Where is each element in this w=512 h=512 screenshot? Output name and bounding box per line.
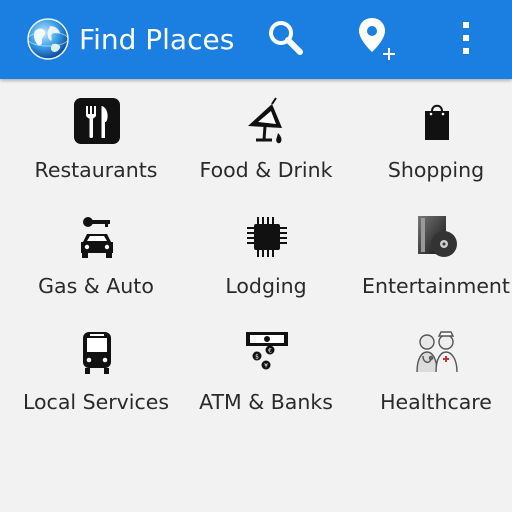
category-restaurants[interactable]: Restaurants — [11, 88, 181, 196]
svg-text:¥: ¥ — [264, 363, 268, 370]
category-local-services[interactable]: Local Services — [11, 320, 181, 428]
category-food-drink[interactable]: Food & Drink — [181, 88, 351, 196]
add-place-button[interactable] — [352, 14, 404, 66]
media-disc-icon — [412, 212, 462, 262]
search-icon — [266, 18, 306, 62]
category-label: Local Services — [22, 390, 170, 414]
category-shopping[interactable]: Shopping — [351, 88, 512, 196]
search-button[interactable] — [260, 14, 312, 66]
overflow-menu-button[interactable] — [440, 14, 492, 66]
atm-money-icon: € $ ¥ — [242, 328, 292, 378]
svg-text:$: $ — [255, 354, 259, 361]
category-label: Food & Drink — [199, 158, 333, 182]
category-label: Gas & Auto — [38, 274, 154, 298]
action-bar: Find Places — [0, 0, 512, 79]
svg-text:€: € — [268, 348, 272, 355]
car-key-icon — [72, 212, 122, 262]
category-entertainment[interactable]: Entertainment — [351, 204, 512, 312]
category-label: Shopping — [387, 158, 485, 182]
category-lodging[interactable]: Lodging — [181, 204, 351, 312]
add-location-icon — [356, 14, 400, 66]
globe-icon[interactable] — [26, 17, 70, 61]
chip-icon — [242, 212, 292, 262]
category-label: ATM & Banks — [199, 390, 333, 414]
more-vertical-icon — [460, 18, 472, 62]
category-gas-auto[interactable]: Gas & Auto — [11, 204, 181, 312]
find-places-screen: Find Places Restaurants Food & Drink Sho… — [0, 0, 512, 512]
category-label: Lodging — [225, 274, 307, 298]
category-label: Entertainment — [362, 274, 510, 298]
category-label: Restaurants — [34, 158, 158, 182]
bus-icon — [72, 328, 122, 378]
category-healthcare[interactable]: Healthcare — [351, 320, 512, 428]
fork-knife-icon — [72, 96, 122, 146]
category-atm-banks[interactable]: € $ ¥ ATM & Banks — [181, 320, 351, 428]
app-title: Find Places — [79, 23, 235, 56]
doctor-nurse-icon — [412, 328, 462, 378]
cocktail-icon — [242, 96, 292, 146]
shopping-bag-icon — [412, 96, 462, 146]
category-label: Healthcare — [380, 390, 492, 414]
